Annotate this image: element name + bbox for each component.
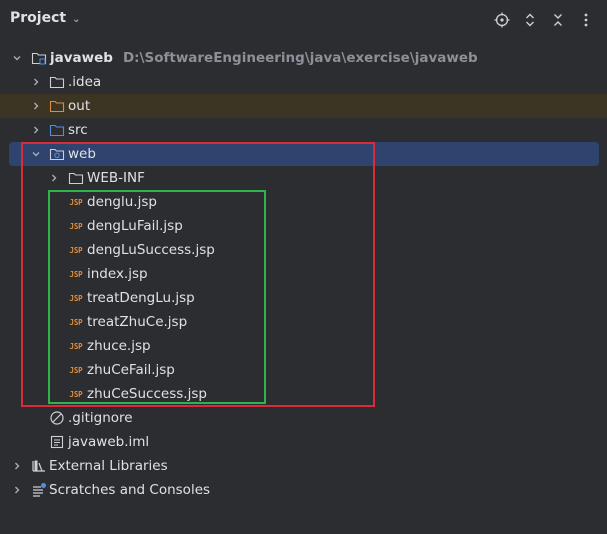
tool-window-title: Project [10, 10, 67, 26]
web-folder-icon [49, 146, 65, 162]
tree-node-src[interactable]: src [0, 118, 607, 142]
jsp-file-icon: JSP [69, 389, 83, 399]
jsp-file-icon: JSP [69, 365, 83, 375]
tree-node-label: web [68, 146, 96, 162]
jsp-file-icon: JSP [69, 293, 83, 303]
tree-node-jsp-file[interactable]: JSP denglu.jsp [0, 190, 607, 214]
jsp-file-icon: JSP [69, 245, 83, 255]
more-options-icon[interactable] [575, 8, 597, 32]
module-path: D:\SoftwareEngineering\java\exercise\jav… [122, 50, 478, 66]
chevron-right-icon[interactable] [11, 460, 23, 472]
chevron-right-icon[interactable] [30, 124, 42, 136]
tree-node-javaweb[interactable]: javaweb D:\SoftwareEngineering\java\exerc… [0, 46, 607, 70]
ignore-file-icon [49, 410, 65, 426]
tree-node-jsp-file[interactable]: JSP dengLuSuccess.jsp [0, 238, 607, 262]
tree-node-label: index.jsp [87, 266, 148, 282]
tree-node-label: External Libraries [49, 458, 168, 474]
collapse-all-icon[interactable] [547, 8, 569, 32]
chevron-right-icon[interactable] [30, 76, 42, 88]
jsp-file-icon: JSP [69, 197, 83, 207]
jsp-file-icon: JSP [69, 269, 83, 279]
tree-node-gitignore[interactable]: .gitignore [0, 406, 607, 430]
expand-all-icon[interactable] [519, 8, 541, 32]
tree-node-jsp-file[interactable]: JSP index.jsp [0, 262, 607, 286]
folder-icon [68, 170, 84, 186]
tree-node-jsp-file[interactable]: JSP zhuce.jsp [0, 334, 607, 358]
tree-node-label: WEB-INF [87, 170, 145, 186]
tree-node-jsp-file[interactable]: JSP dengLuFail.jsp [0, 214, 607, 238]
tree-node-web[interactable]: web [9, 142, 599, 166]
tree-node-label: treatZhuCe.jsp [87, 314, 188, 330]
library-icon [31, 458, 47, 474]
jsp-file-icon: JSP [69, 317, 83, 327]
tree-node-idea[interactable]: .idea [0, 70, 607, 94]
tree-node-label: dengLuSuccess.jsp [87, 242, 215, 258]
chevron-right-icon[interactable] [11, 484, 23, 496]
tree-node-jsp-file[interactable]: JSP treatZhuCe.jsp [0, 310, 607, 334]
source-folder-icon [49, 122, 65, 138]
tree-node-label: zhuce.jsp [87, 338, 151, 354]
tree-node-out[interactable]: out [0, 94, 607, 118]
tree-node-jsp-file[interactable]: JSP treatDengLu.jsp [0, 286, 607, 310]
tree-node-jsp-file[interactable]: JSP zhuCeFail.jsp [0, 358, 607, 382]
tree-node-label: .gitignore [68, 410, 133, 426]
module-folder-icon [31, 50, 47, 66]
tree-node-label: denglu.jsp [87, 194, 157, 210]
chevron-right-icon[interactable] [30, 100, 42, 112]
scratches-icon [31, 482, 47, 498]
tree-node-label: javaweb.iml [68, 434, 150, 450]
tree-node-label: treatDengLu.jsp [87, 290, 195, 306]
chevron-down-icon[interactable] [11, 52, 23, 64]
tree-node-iml[interactable]: javaweb.iml [0, 430, 607, 454]
chevron-down-icon: ⌄ [72, 13, 81, 25]
iml-file-icon [49, 434, 65, 450]
tree-node-label: javaweb D:\SoftwareEngineering\java\exerc… [50, 50, 478, 66]
tree-node-label: out [68, 98, 91, 114]
tree-node-web-inf[interactable]: WEB-INF [0, 166, 607, 190]
chevron-right-icon[interactable] [48, 172, 60, 184]
tree-node-external-libraries[interactable]: External Libraries [0, 454, 607, 478]
jsp-file-icon: JSP [69, 341, 83, 351]
module-name: javaweb [50, 50, 113, 66]
tool-window-header: Project ⌄ [0, 0, 607, 40]
project-view-selector[interactable]: Project ⌄ [10, 10, 80, 26]
tree-node-jsp-file[interactable]: JSP zhuCeSuccess.jsp [0, 382, 607, 406]
tree-node-label: zhuCeFail.jsp [87, 362, 175, 378]
tree-node-label: zhuCeSuccess.jsp [87, 386, 207, 402]
tree-node-label: dengLuFail.jsp [87, 218, 183, 234]
chevron-down-icon[interactable] [30, 148, 42, 160]
tree-node-scratches[interactable]: Scratches and Consoles [0, 478, 607, 502]
excluded-folder-icon [49, 98, 65, 114]
tree-node-label: Scratches and Consoles [49, 482, 211, 498]
jsp-file-icon: JSP [69, 221, 83, 231]
folder-icon [49, 74, 65, 90]
tree-node-label: src [68, 122, 88, 138]
crosshair-icon[interactable] [491, 8, 513, 32]
tree-node-label: .idea [68, 74, 102, 90]
